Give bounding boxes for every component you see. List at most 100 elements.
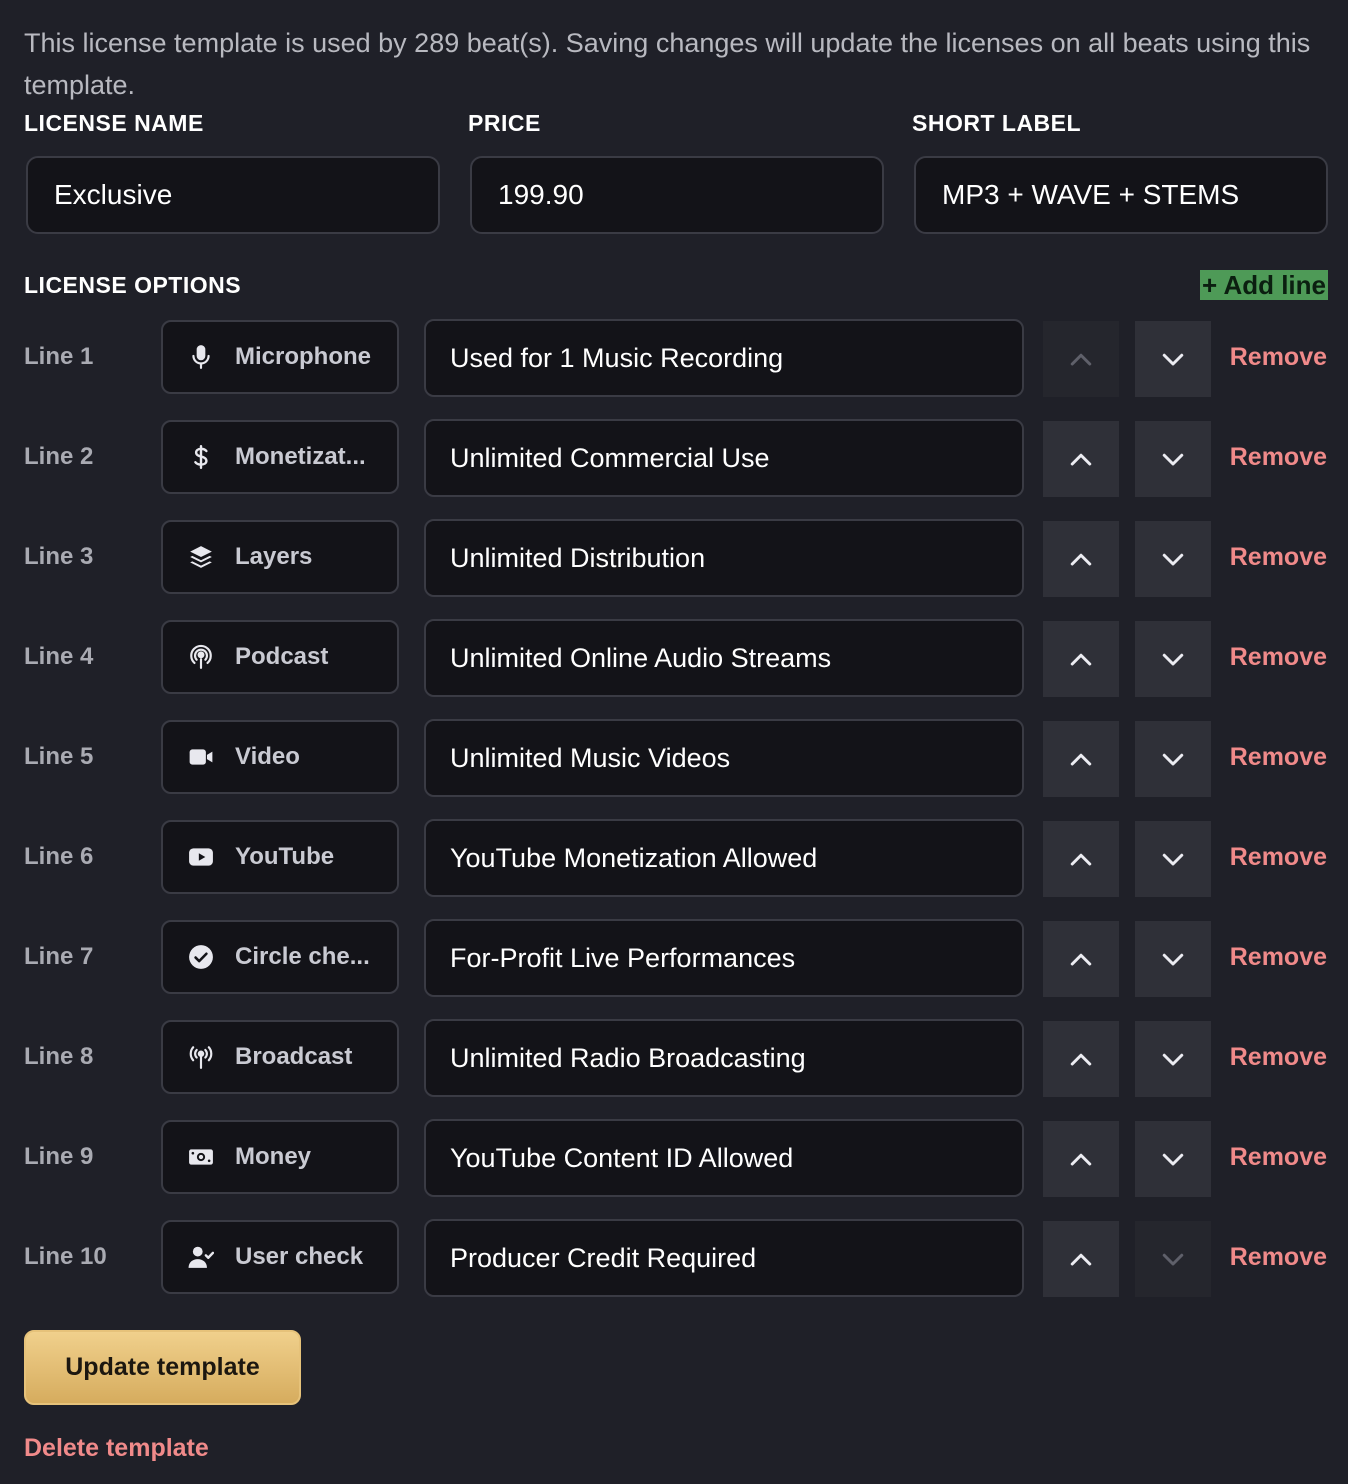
- line-text-input[interactable]: [424, 319, 1024, 397]
- remove-line-button[interactable]: Remove: [1230, 1143, 1327, 1172]
- layers-icon: [187, 543, 215, 571]
- chevron-up-icon: [1066, 844, 1096, 874]
- chevron-down-icon: [1158, 644, 1188, 674]
- line-label: Line 4: [24, 643, 94, 670]
- line-text-input[interactable]: [424, 1019, 1024, 1097]
- remove-line-button[interactable]: Remove: [1230, 843, 1327, 872]
- move-up-button[interactable]: [1043, 621, 1119, 697]
- remove-line-button[interactable]: Remove: [1230, 1043, 1327, 1072]
- license-name-label: LICENSE NAME: [24, 110, 204, 136]
- move-down-button[interactable]: [1135, 621, 1211, 697]
- chevron-down-icon: [1158, 744, 1188, 774]
- move-up-button[interactable]: [1043, 1021, 1119, 1097]
- icon-select[interactable]: Layers: [161, 520, 399, 594]
- move-down-button[interactable]: [1135, 1021, 1211, 1097]
- chevron-up-icon: [1066, 1044, 1096, 1074]
- icon-select-label: Layers: [235, 543, 313, 570]
- remove-line-button[interactable]: Remove: [1230, 643, 1327, 672]
- remove-line-button[interactable]: Remove: [1230, 943, 1327, 972]
- line-label: Line 1: [24, 343, 94, 370]
- short-label-input[interactable]: [914, 156, 1328, 234]
- move-down-button: [1135, 1221, 1211, 1297]
- usage-notice: This license template is used by 289 bea…: [24, 28, 1311, 100]
- move-up-button[interactable]: [1043, 721, 1119, 797]
- icon-select[interactable]: Monetizat...: [161, 420, 399, 494]
- remove-line-button[interactable]: Remove: [1230, 343, 1327, 372]
- move-up-button[interactable]: [1043, 521, 1119, 597]
- line-text-input[interactable]: [424, 919, 1024, 997]
- move-up-button: [1043, 321, 1119, 397]
- license-name-input[interactable]: [26, 156, 440, 234]
- move-up-button[interactable]: [1043, 821, 1119, 897]
- money-icon: [187, 1143, 215, 1171]
- icon-select-label: Podcast: [235, 643, 329, 670]
- icon-select[interactable]: Circle che...: [161, 920, 399, 994]
- icon-select-label: Circle che...: [235, 943, 370, 970]
- move-up-button[interactable]: [1043, 921, 1119, 997]
- icon-select[interactable]: Broadcast: [161, 1020, 399, 1094]
- icon-select[interactable]: YouTube: [161, 820, 399, 894]
- short-label-label: SHORT LABEL: [912, 110, 1082, 136]
- line-text-input[interactable]: [424, 719, 1024, 797]
- icon-select[interactable]: Money: [161, 1120, 399, 1194]
- icon-select[interactable]: User check: [161, 1220, 399, 1294]
- move-down-button[interactable]: [1135, 721, 1211, 797]
- line-text-input[interactable]: [424, 1119, 1024, 1197]
- icon-select[interactable]: Video: [161, 720, 399, 794]
- line-label: Line 8: [24, 1043, 94, 1070]
- icon-select-label: YouTube: [235, 843, 335, 870]
- chevron-up-icon: [1066, 944, 1096, 974]
- line-text-input[interactable]: [424, 819, 1024, 897]
- line-text-input[interactable]: [424, 519, 1024, 597]
- chevron-up-icon: [1066, 444, 1096, 474]
- move-up-button[interactable]: [1043, 421, 1119, 497]
- microphone-icon: [187, 343, 215, 371]
- user-check-icon: [187, 1243, 215, 1271]
- dollar-icon: [187, 443, 215, 471]
- line-label: Line 9: [24, 1143, 94, 1170]
- move-up-button[interactable]: [1043, 1221, 1119, 1297]
- remove-line-button[interactable]: Remove: [1230, 1243, 1327, 1272]
- update-template-button[interactable]: Update template: [24, 1330, 301, 1405]
- line-text-input[interactable]: [424, 619, 1024, 697]
- chevron-up-icon: [1066, 744, 1096, 774]
- move-down-button[interactable]: [1135, 921, 1211, 997]
- move-down-button[interactable]: [1135, 821, 1211, 897]
- chevron-down-icon: [1158, 444, 1188, 474]
- icon-select-label: Video: [235, 743, 300, 770]
- youtube-icon: [187, 843, 215, 871]
- icon-select-label: Broadcast: [235, 1043, 353, 1070]
- license-line-row: Line 4 Podcast Remove: [0, 619, 1348, 699]
- license-line-row: Line 8 Broadcast Remove: [0, 1019, 1348, 1099]
- chevron-up-icon: [1066, 544, 1096, 574]
- chevron-down-icon: [1158, 1144, 1188, 1174]
- icon-select[interactable]: Podcast: [161, 620, 399, 694]
- move-down-button[interactable]: [1135, 321, 1211, 397]
- chevron-down-icon: [1158, 1244, 1188, 1274]
- remove-line-button[interactable]: Remove: [1230, 543, 1327, 572]
- line-text-input[interactable]: [424, 1219, 1024, 1297]
- license-line-row: Line 9 Money Remove: [0, 1119, 1348, 1199]
- add-line-button[interactable]: + Add line: [1200, 270, 1328, 300]
- delete-template-link[interactable]: Delete template: [24, 1434, 209, 1463]
- license-options-title: LICENSE OPTIONS: [24, 272, 242, 298]
- circle-check-icon: [187, 943, 215, 971]
- icon-select-label: Monetizat...: [235, 443, 366, 470]
- remove-line-button[interactable]: Remove: [1230, 443, 1327, 472]
- chevron-up-icon: [1066, 344, 1096, 374]
- chevron-down-icon: [1158, 544, 1188, 574]
- icon-select[interactable]: Microphone: [161, 320, 399, 394]
- license-line-row: Line 7 Circle che... Remove: [0, 919, 1348, 999]
- price-input[interactable]: [470, 156, 884, 234]
- video-icon: [187, 743, 215, 771]
- chevron-up-icon: [1066, 1144, 1096, 1174]
- chevron-down-icon: [1158, 944, 1188, 974]
- line-text-input[interactable]: [424, 419, 1024, 497]
- move-down-button[interactable]: [1135, 421, 1211, 497]
- move-up-button[interactable]: [1043, 1121, 1119, 1197]
- remove-line-button[interactable]: Remove: [1230, 743, 1327, 772]
- move-down-button[interactable]: [1135, 1121, 1211, 1197]
- move-down-button[interactable]: [1135, 521, 1211, 597]
- line-label: Line 7: [24, 943, 94, 970]
- broadcast-icon: [187, 1043, 215, 1071]
